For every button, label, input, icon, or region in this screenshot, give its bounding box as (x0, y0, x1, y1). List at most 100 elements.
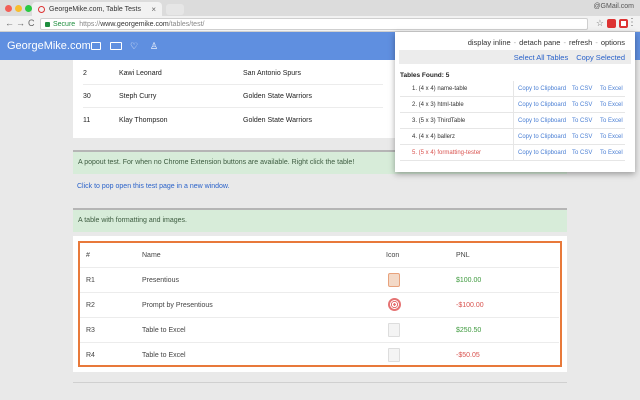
copy-to-clipboard-link[interactable]: Copy to Clipboard (518, 102, 566, 108)
nav-separator: - (595, 38, 598, 47)
copy-to-clipboard-link[interactable]: Copy to Clipboard (518, 150, 566, 156)
url-domain: www.georgemike.com (100, 20, 169, 28)
lock-icon (45, 21, 50, 27)
row-pnl: $100.00 (456, 277, 482, 284)
column-header-name: Name (142, 252, 161, 259)
player-name: Kawi Leonard (119, 70, 162, 77)
mail-icon[interactable] (91, 42, 101, 50)
player-number: 30 (83, 93, 91, 100)
new-tab-button[interactable] (166, 4, 184, 15)
browser-tab[interactable]: GeorgeMike.com, Table Tests × (32, 2, 162, 16)
to-excel-link[interactable]: To Excel (600, 102, 623, 108)
detach-pane-link[interactable]: detach pane (519, 38, 560, 47)
table-row: R1 Presentious $100.00 (80, 268, 559, 293)
to-excel-link[interactable]: To Excel (600, 118, 623, 124)
back-icon[interactable]: ← (5, 18, 14, 28)
column-header-id: # (86, 252, 90, 259)
row-pnl: $250.50 (456, 327, 482, 334)
copy-selected-button[interactable]: Copy Selected (576, 53, 625, 62)
list-item[interactable]: 1. (4 x 4) name-table Copy to Clipboard … (400, 81, 625, 97)
to-csv-link[interactable]: To CSV (572, 118, 592, 124)
player-number: 11 (83, 116, 91, 124)
heart-icon[interactable]: ♡ (130, 41, 138, 52)
close-window-button[interactable] (5, 5, 12, 12)
to-csv-link[interactable]: To CSV (572, 102, 592, 108)
to-csv-link[interactable]: To CSV (572, 150, 592, 156)
table-list: 1. (4 x 4) name-table Copy to Clipboard … (400, 81, 625, 161)
copy-to-clipboard-link[interactable]: Copy to Clipboard (518, 86, 566, 92)
secure-label: Secure (53, 20, 76, 28)
url-path: /tables/test/ (168, 20, 205, 28)
tables-found-label: Tables Found: 5 (400, 72, 450, 79)
player-name: Klay Thompson (119, 116, 168, 124)
row-name: Prompt by Presentious (142, 302, 213, 309)
row-pnl: -$100.00 (456, 302, 484, 309)
table-name[interactable]: 5. (5 x 4) formatting-tester (412, 150, 481, 156)
table-row: 30 Steph Curry Golden State Warriors (83, 86, 383, 108)
url-input[interactable]: Secure https:// www.georgemike.com /tabl… (40, 18, 588, 30)
column-header-pnl: PNL (456, 252, 470, 259)
popup-nav: display inline - detach pane - refresh -… (468, 38, 625, 47)
person-icon[interactable]: ♙ (150, 41, 158, 52)
nav-separator: - (563, 38, 566, 47)
divider (73, 382, 567, 383)
player-team: Golden State Warriors (243, 116, 312, 124)
site-brand[interactable]: GeorgeMike.com (7, 40, 91, 52)
minimize-window-button[interactable] (15, 5, 22, 12)
display-inline-link[interactable]: display inline (468, 38, 511, 47)
list-item[interactable]: 3. (5 x 3) ThirdTable Copy to Clipboard … (400, 113, 625, 129)
format-alert: A table with formatting and images. (73, 208, 567, 232)
copy-to-clipboard-link[interactable]: Copy to Clipboard (518, 118, 566, 124)
table-name[interactable]: 4. (4 x 4) ballerz (412, 134, 455, 140)
row-id: R1 (86, 277, 95, 284)
address-bar: ← → C Secure https:// www.georgemike.com… (0, 16, 640, 32)
player-team: Golden State Warriors (243, 93, 312, 100)
table-name[interactable]: 1. (4 x 4) name-table (412, 86, 467, 92)
to-excel-link[interactable]: To Excel (600, 134, 623, 140)
to-excel-link[interactable]: To Excel (600, 86, 623, 92)
table-row: R4 Table to Excel -$50.05 (80, 343, 559, 368)
to-csv-link[interactable]: To CSV (572, 134, 592, 140)
select-all-tables-button[interactable]: Select All Tables (514, 53, 568, 62)
prompt-icon (388, 298, 401, 311)
browser-tab-bar: GeorgeMike.com, Table Tests × @GMail.com (0, 0, 640, 16)
maximize-window-button[interactable] (25, 5, 32, 12)
popout-link[interactable]: Click to pop open this test page in a ne… (77, 183, 230, 190)
excel-icon (388, 348, 400, 362)
copy-to-clipboard-link[interactable]: Copy to Clipboard (518, 134, 566, 140)
url-scheme: https:// (79, 20, 101, 28)
formatting-table: # Name Icon PNL R1 Presentious $100.00 R… (78, 241, 562, 367)
to-excel-link[interactable]: To Excel (600, 150, 623, 156)
to-csv-link[interactable]: To CSV (572, 86, 592, 92)
bookmark-star-icon[interactable]: ☆ (596, 18, 604, 29)
favicon-icon (38, 5, 45, 13)
user-account[interactable]: @GMail.com (593, 3, 634, 10)
player-team: San Antonio Spurs (243, 70, 301, 77)
excel-icon (388, 323, 400, 337)
tab-close-icon[interactable]: × (151, 5, 156, 14)
table-row: R3 Table to Excel $250.50 (80, 318, 559, 343)
row-name: Presentious (142, 277, 179, 284)
browser-menu-icon[interactable]: ⋮ (627, 17, 637, 28)
row-id: R2 (86, 302, 95, 309)
row-name: Table to Excel (142, 352, 186, 359)
table-row: 11 Klay Thompson Golden State Warriors (83, 109, 383, 131)
list-item[interactable]: 4. (4 x 4) ballerz Copy to Clipboard To … (400, 129, 625, 145)
forward-icon[interactable]: → (16, 18, 25, 28)
list-item[interactable]: 5. (5 x 4) formatting-tester Copy to Cli… (400, 145, 625, 161)
options-link[interactable]: options (601, 38, 625, 47)
reload-icon[interactable]: C (28, 18, 35, 28)
extension-popup: display inline - detach pane - refresh -… (395, 32, 635, 172)
popup-actions-bar: Select All Tables Copy Selected (399, 50, 631, 64)
extension-icon[interactable] (607, 19, 616, 28)
keyboard-icon[interactable] (110, 42, 122, 50)
tab-title: GeorgeMike.com, Table Tests (49, 5, 141, 13)
formatting-table-card: # Name Icon PNL R1 Presentious $100.00 R… (73, 236, 567, 372)
table-name[interactable]: 2. (4 x 3) html-table (412, 102, 464, 108)
row-id: R4 (86, 352, 95, 359)
table-name[interactable]: 3. (5 x 3) ThirdTable (412, 118, 465, 124)
list-item[interactable]: 2. (4 x 3) html-table Copy to Clipboard … (400, 97, 625, 113)
refresh-link[interactable]: refresh (569, 38, 592, 47)
row-id: R3 (86, 327, 95, 334)
table-row: 2 Kawi Leonard San Antonio Spurs (83, 63, 383, 85)
